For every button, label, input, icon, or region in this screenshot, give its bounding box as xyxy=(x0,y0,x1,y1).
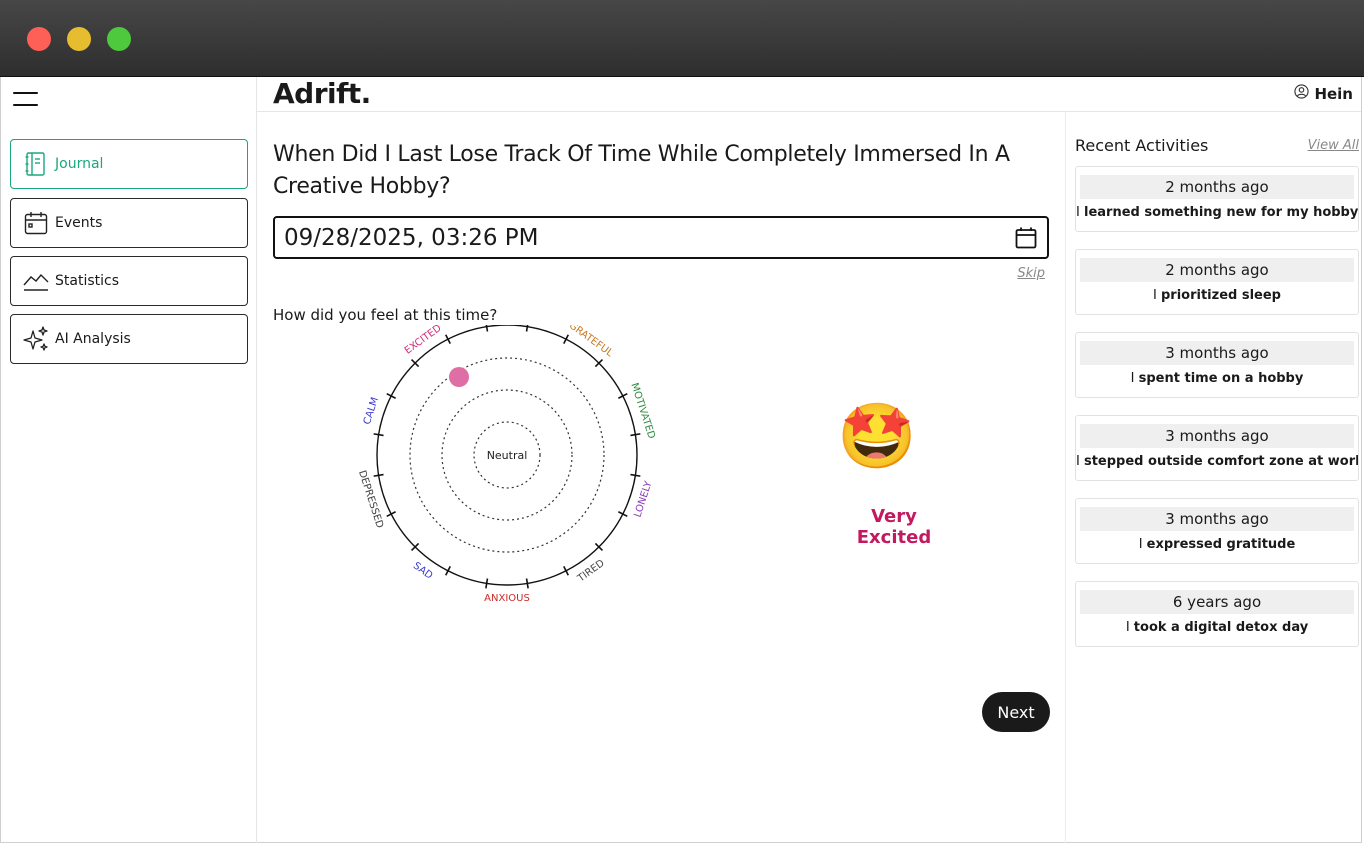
line-chart-icon xyxy=(23,268,49,294)
datetime-input[interactable]: 09/28/2025, 03:26 PM xyxy=(273,216,1049,259)
user-icon xyxy=(1294,84,1310,103)
feel-question: How did you feel at this time? xyxy=(273,306,498,324)
wheel-tick xyxy=(386,392,396,399)
recent-activities-panel: Recent Activities View All 2 months ago … xyxy=(1065,112,1363,843)
maximize-window-button[interactable] xyxy=(107,27,131,51)
mood-label-tired[interactable]: TIRED xyxy=(575,558,607,585)
activity-text: I prioritized sleep xyxy=(1153,288,1281,303)
wheel-tick xyxy=(386,511,396,518)
view-all-link[interactable]: View All xyxy=(1308,138,1359,153)
user-name: Hein xyxy=(1314,84,1353,103)
wheel-tick xyxy=(444,566,451,576)
recent-activities-title: Recent Activities xyxy=(1075,136,1209,155)
mood-label-depressed[interactable]: DEPRESSED xyxy=(356,469,385,530)
user-menu[interactable]: Hein xyxy=(1294,84,1353,103)
activity-card[interactable]: 2 months ago I learned something new for… xyxy=(1075,166,1359,232)
mood-label-excited[interactable]: EXCITED xyxy=(403,325,444,357)
sidebar: Journal Events Statistics AI Analysis xyxy=(1,77,257,843)
activity-time: 6 years ago xyxy=(1080,590,1354,614)
wheel-tick xyxy=(373,433,384,437)
app-logo: Adrift. xyxy=(273,77,371,110)
wheel-tick xyxy=(444,334,451,344)
calendar-icon xyxy=(23,210,49,236)
menu-icon[interactable] xyxy=(13,90,39,108)
activity-time: 2 months ago xyxy=(1080,258,1354,282)
activity-text: I spent time on a hobby xyxy=(1130,371,1304,386)
wheel-tick xyxy=(563,334,570,344)
wheel-tick xyxy=(630,433,641,437)
wheel-tick xyxy=(618,511,628,518)
wheel-tick xyxy=(373,473,384,477)
minimize-window-button[interactable] xyxy=(67,27,91,51)
notebook-icon xyxy=(23,151,49,177)
journal-question: When Did I Last Lose Track Of Time While… xyxy=(273,142,1010,199)
mood-label-sad[interactable]: SAD xyxy=(411,560,435,581)
sparkles-icon xyxy=(23,326,49,352)
window-titlebar xyxy=(0,0,1364,77)
activity-card[interactable]: 3 months ago I stepped outside comfort z… xyxy=(1075,415,1359,481)
sidebar-item-statistics[interactable]: Statistics xyxy=(10,256,248,306)
sidebar-item-label: Journal xyxy=(55,156,104,172)
wheel-center-label: Neutral xyxy=(487,449,528,462)
activity-card[interactable]: 6 years ago I took a digital detox day xyxy=(1075,581,1359,647)
sidebar-item-label: AI Analysis xyxy=(55,331,131,347)
mood-label-lonely[interactable]: LONELY xyxy=(632,479,654,519)
wheel-tick xyxy=(563,566,570,576)
activity-text: I stepped outside comfort zone at work xyxy=(1076,454,1358,469)
mood-wheel[interactable]: HAPPYGRATEFULMOTIVATEDLONELYTIREDANXIOUS… xyxy=(347,325,667,625)
journal-entry-panel: When Did I Last Lose Track Of Time While… xyxy=(257,112,1065,843)
skip-link[interactable]: Skip xyxy=(1017,266,1045,281)
wheel-tick xyxy=(485,578,489,589)
sidebar-item-journal[interactable]: Journal xyxy=(10,139,248,189)
sidebar-item-label: Events xyxy=(55,215,103,231)
activity-time: 3 months ago xyxy=(1080,424,1354,448)
mood-label-calm[interactable]: CALM xyxy=(362,396,381,426)
wheel-tick xyxy=(525,325,529,332)
mood-marker[interactable] xyxy=(449,367,469,387)
datetime-value: 09/28/2025, 03:26 PM xyxy=(284,224,539,251)
activity-text: I learned something new for my hobby xyxy=(1076,205,1358,220)
next-button[interactable]: Next xyxy=(982,692,1050,732)
app-header: Adrift. Hein xyxy=(257,77,1361,112)
activity-card[interactable]: 3 months ago I spent time on a hobby xyxy=(1075,332,1359,398)
wheel-tick xyxy=(525,578,529,589)
wheel-tick xyxy=(618,392,628,399)
sidebar-item-events[interactable]: Events xyxy=(10,198,248,248)
sidebar-item-label: Statistics xyxy=(55,273,119,289)
selected-mood-label: Very Excited xyxy=(856,506,932,548)
mood-label-grateful[interactable]: GRATEFUL xyxy=(567,325,615,360)
activity-time: 3 months ago xyxy=(1080,507,1354,531)
app-window: Journal Events Statistics AI Analysis Ad… xyxy=(0,77,1362,843)
activity-text: I took a digital detox day xyxy=(1125,620,1309,635)
activity-card[interactable]: 3 months ago I expressed gratitude xyxy=(1075,498,1359,564)
star-struck-emoji: 🤩 xyxy=(837,400,917,474)
wheel-tick xyxy=(630,473,641,477)
activity-time: 2 months ago xyxy=(1080,175,1354,199)
wheel-tick xyxy=(485,325,489,332)
activity-card[interactable]: 2 months ago I prioritized sleep xyxy=(1075,249,1359,315)
mood-label-motivated[interactable]: MOTIVATED xyxy=(628,382,656,441)
sidebar-item-ai-analysis[interactable]: AI Analysis xyxy=(10,314,248,364)
activity-time: 3 months ago xyxy=(1080,341,1354,365)
activity-text: I expressed gratitude xyxy=(1138,537,1296,552)
close-window-button[interactable] xyxy=(27,27,51,51)
mood-label-anxious[interactable]: ANXIOUS xyxy=(484,593,530,604)
calendar-picker-icon[interactable] xyxy=(1015,227,1037,255)
